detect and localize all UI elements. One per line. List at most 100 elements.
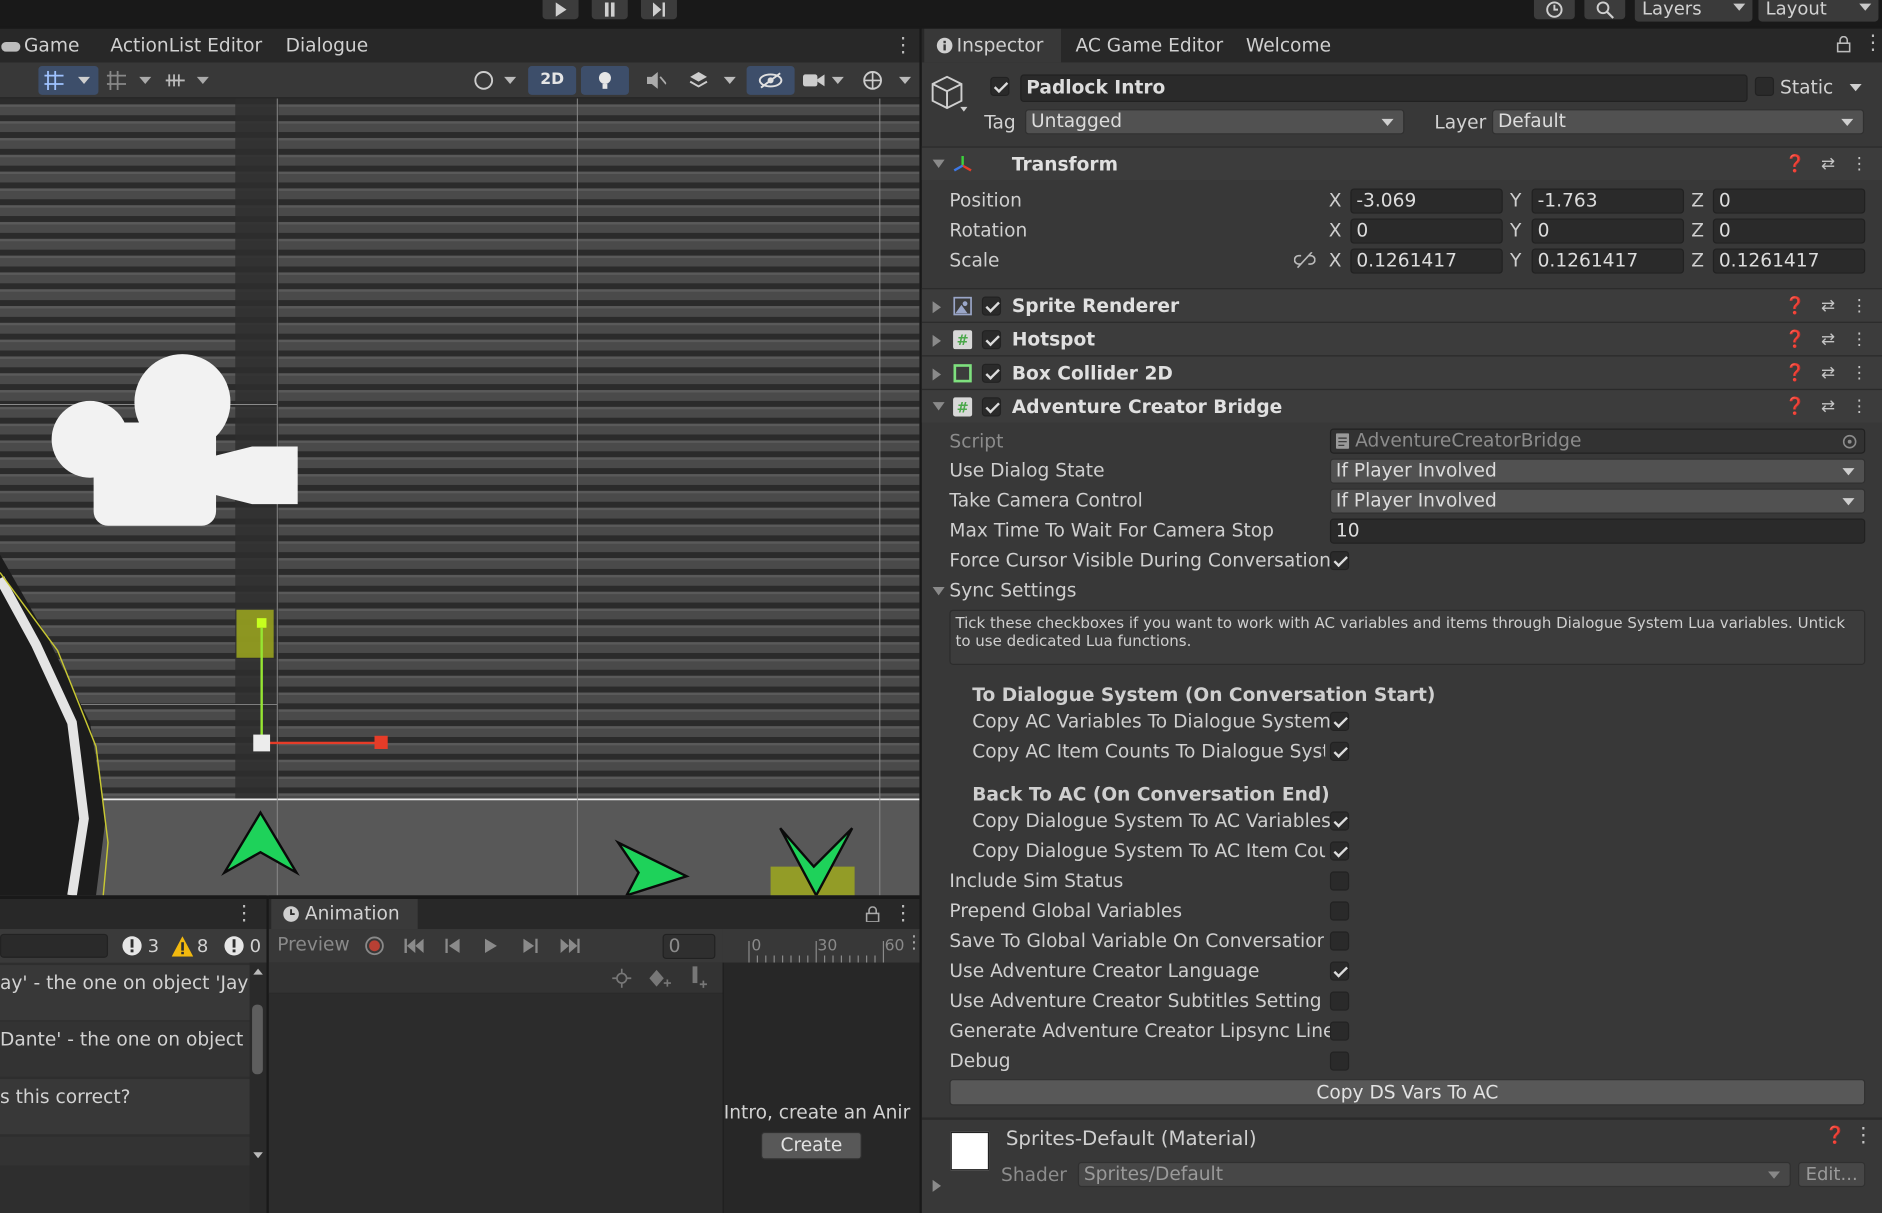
debug-checkbox[interactable] xyxy=(1329,1051,1350,1071)
sync-settings-label[interactable]: Sync Settings xyxy=(949,579,1076,603)
layer-dropdown[interactable]: Default xyxy=(1491,109,1865,135)
foldout-collapsed-icon[interactable] xyxy=(932,368,942,381)
move-center-handle[interactable] xyxy=(253,734,271,752)
copy-ac-variables-checkbox[interactable] xyxy=(1329,711,1350,731)
layers-dropdown[interactable]: Layers xyxy=(1634,0,1753,22)
scale-x-input[interactable]: 0.1261417 xyxy=(1350,248,1503,274)
box-collider-header[interactable]: Box Collider 2D ❓ ⇄ ⋮ xyxy=(921,355,1882,389)
tab-animation[interactable]: Animation xyxy=(271,899,418,930)
hotspot-header[interactable]: # Hotspot ❓ ⇄ ⋮ xyxy=(921,321,1882,356)
play-icon[interactable] xyxy=(484,938,497,954)
menu-icon[interactable]: ⋮ xyxy=(1851,330,1868,349)
help-icon[interactable]: ❓ xyxy=(1824,1126,1845,1145)
foldout-expanded-icon[interactable] xyxy=(932,402,945,411)
scroll-up-icon[interactable] xyxy=(253,968,263,975)
rotation-z-input[interactable]: 0 xyxy=(1712,218,1866,244)
console-log-row[interactable]: s this correct? xyxy=(0,1079,250,1135)
rect-handle[interactable] xyxy=(256,618,267,628)
menu-icon[interactable]: ⋮ xyxy=(1851,397,1868,416)
rotation-x-input[interactable]: 0 xyxy=(1350,218,1503,244)
lighting-toggle[interactable] xyxy=(580,66,629,95)
preview-button[interactable]: Preview xyxy=(277,934,349,956)
scene-view[interactable] xyxy=(0,98,920,896)
help-icon[interactable]: ❓ xyxy=(1785,296,1806,315)
step-button[interactable] xyxy=(640,0,677,20)
copy-ds-item-counts-checkbox[interactable] xyxy=(1329,841,1350,861)
menu-icon[interactable]: ⋮ xyxy=(1853,1123,1873,1147)
first-keyframe-icon[interactable] xyxy=(404,938,424,954)
use-dialog-state-dropdown[interactable]: If Player Involved xyxy=(1329,458,1866,484)
menu-icon[interactable]: ⋮ xyxy=(1851,296,1868,315)
tab-menu-icon[interactable]: ⋮ xyxy=(893,29,913,63)
material-preview-thumbnail[interactable] xyxy=(950,1131,990,1171)
help-icon[interactable]: ❓ xyxy=(1785,330,1806,349)
scale-y-input[interactable]: 0.1261417 xyxy=(1531,248,1685,274)
create-button[interactable]: Create xyxy=(760,1131,862,1160)
tag-dropdown[interactable]: Untagged xyxy=(1025,109,1405,135)
force-cursor-visible-checkbox[interactable] xyxy=(1329,550,1350,571)
static-dropdown-icon[interactable] xyxy=(1849,84,1862,92)
increment-snap-button[interactable] xyxy=(161,66,216,95)
console-scrollbar[interactable] xyxy=(249,962,267,1213)
ac-bridge-enabled-checkbox[interactable] xyxy=(981,397,1002,417)
save-to-global-variable-checkbox[interactable] xyxy=(1329,931,1350,951)
generate-lipsync-checkbox[interactable] xyxy=(1329,1021,1350,1041)
tab-actionlist-editor[interactable]: ActionList Editor xyxy=(110,29,262,63)
include-sim-status-checkbox[interactable] xyxy=(1329,871,1350,891)
console-log-row[interactable]: Dante' - the one on object 'Da xyxy=(0,1021,250,1077)
scene-canvas[interactable] xyxy=(0,98,920,896)
scroll-down-icon[interactable] xyxy=(253,1152,263,1159)
help-icon[interactable]: ❓ xyxy=(1785,397,1806,416)
console-menu-icon[interactable]: ⋮ xyxy=(234,901,254,925)
copy-ds-variables-checkbox[interactable] xyxy=(1329,811,1350,831)
lock-icon[interactable] xyxy=(865,906,880,922)
sprite-renderer-header[interactable]: Sprite Renderer ❓ ⇄ ⋮ xyxy=(921,288,1882,322)
padlock-sprite[interactable] xyxy=(236,609,274,658)
lock-icon[interactable] xyxy=(1836,36,1851,53)
gameobject-active-checkbox[interactable] xyxy=(990,76,1010,97)
static-checkbox[interactable] xyxy=(1754,76,1775,97)
tab-dialogue[interactable]: Dialogue xyxy=(286,29,369,63)
box-collider-enabled-checkbox[interactable] xyxy=(981,363,1002,383)
foldout-collapsed-icon[interactable] xyxy=(932,301,942,314)
menu-icon[interactable]: ⋮ xyxy=(1851,364,1868,383)
preset-icon[interactable]: ⇄ xyxy=(1821,296,1835,315)
sync-settings-foldout-icon[interactable] xyxy=(932,586,945,596)
foldout-collapsed-icon[interactable] xyxy=(932,334,942,347)
tab-ac-game-editor[interactable]: AC Game Editor xyxy=(1075,29,1223,63)
message-count-toggle[interactable]: 0 xyxy=(223,933,261,959)
console-log-row[interactable]: ay' - the one on object 'Jay' xyxy=(0,965,250,1021)
use-ac-subtitles-checkbox[interactable] xyxy=(1329,991,1350,1011)
frame-input[interactable]: 0 xyxy=(662,933,716,960)
preset-icon[interactable]: ⇄ xyxy=(1821,155,1835,174)
last-keyframe-icon[interactable] xyxy=(560,938,580,954)
history-button[interactable] xyxy=(1533,0,1575,20)
inspector-menu-icon[interactable]: ⋮ xyxy=(1863,31,1882,55)
preset-icon[interactable]: ⇄ xyxy=(1821,397,1835,416)
foldout-expanded-icon[interactable] xyxy=(932,159,945,169)
position-z-input[interactable]: 0 xyxy=(1712,188,1866,214)
copy-ds-vars-button[interactable]: Copy DS Vars To AC xyxy=(949,1079,1866,1106)
preset-icon[interactable]: ⇄ xyxy=(1821,364,1835,383)
scale-z-input[interactable]: 0.1261417 xyxy=(1712,248,1866,274)
copy-ac-item-counts-checkbox[interactable] xyxy=(1329,741,1350,761)
ac-bridge-header[interactable]: # Adventure Creator Bridge ❓ ⇄ ⋮ xyxy=(921,388,1882,423)
help-icon[interactable]: ❓ xyxy=(1785,364,1806,383)
warning-count-toggle[interactable]: 8 xyxy=(171,933,208,959)
transform-header[interactable]: Transform ❓ ⇄ ⋮ xyxy=(921,146,1882,181)
prepend-global-variables-checkbox[interactable] xyxy=(1329,901,1350,921)
timeline-ruler[interactable]: 0 30 60 ⋮ xyxy=(722,929,923,963)
ruler-menu-icon[interactable]: ⋮ xyxy=(905,931,923,953)
gameobject-name-input[interactable]: Padlock Intro xyxy=(1020,74,1748,103)
x-axis-cap[interactable] xyxy=(374,735,388,749)
grid-snap-button[interactable] xyxy=(38,66,99,95)
record-icon[interactable] xyxy=(365,936,384,956)
shading-mode-button[interactable] xyxy=(471,66,524,95)
scene-visibility-toggle[interactable] xyxy=(746,66,795,95)
prev-keyframe-icon[interactable] xyxy=(445,938,460,954)
search-button[interactable] xyxy=(1584,0,1626,20)
take-camera-control-dropdown[interactable]: If Player Involved xyxy=(1329,488,1866,514)
layout-dropdown[interactable]: Layout xyxy=(1758,0,1879,22)
filter-by-selection-icon[interactable] xyxy=(612,968,632,988)
preset-icon[interactable]: ⇄ xyxy=(1821,330,1835,349)
